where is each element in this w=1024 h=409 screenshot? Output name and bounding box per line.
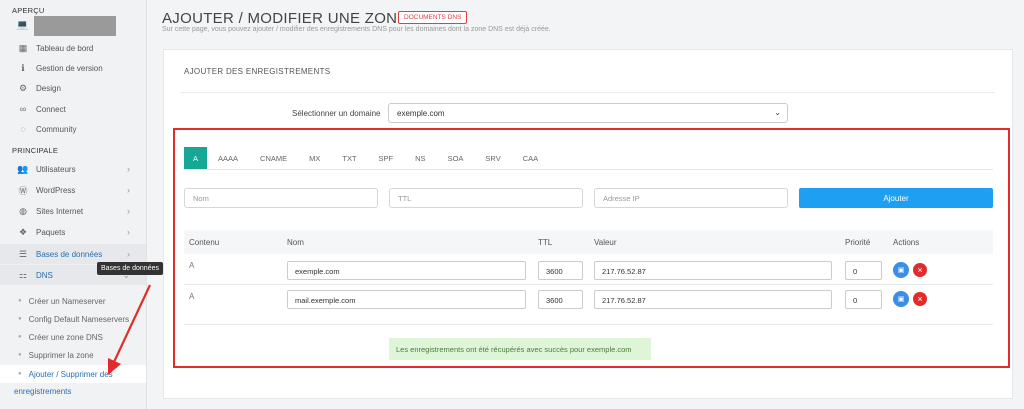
annotation-arrow-icon bbox=[108, 284, 151, 375]
